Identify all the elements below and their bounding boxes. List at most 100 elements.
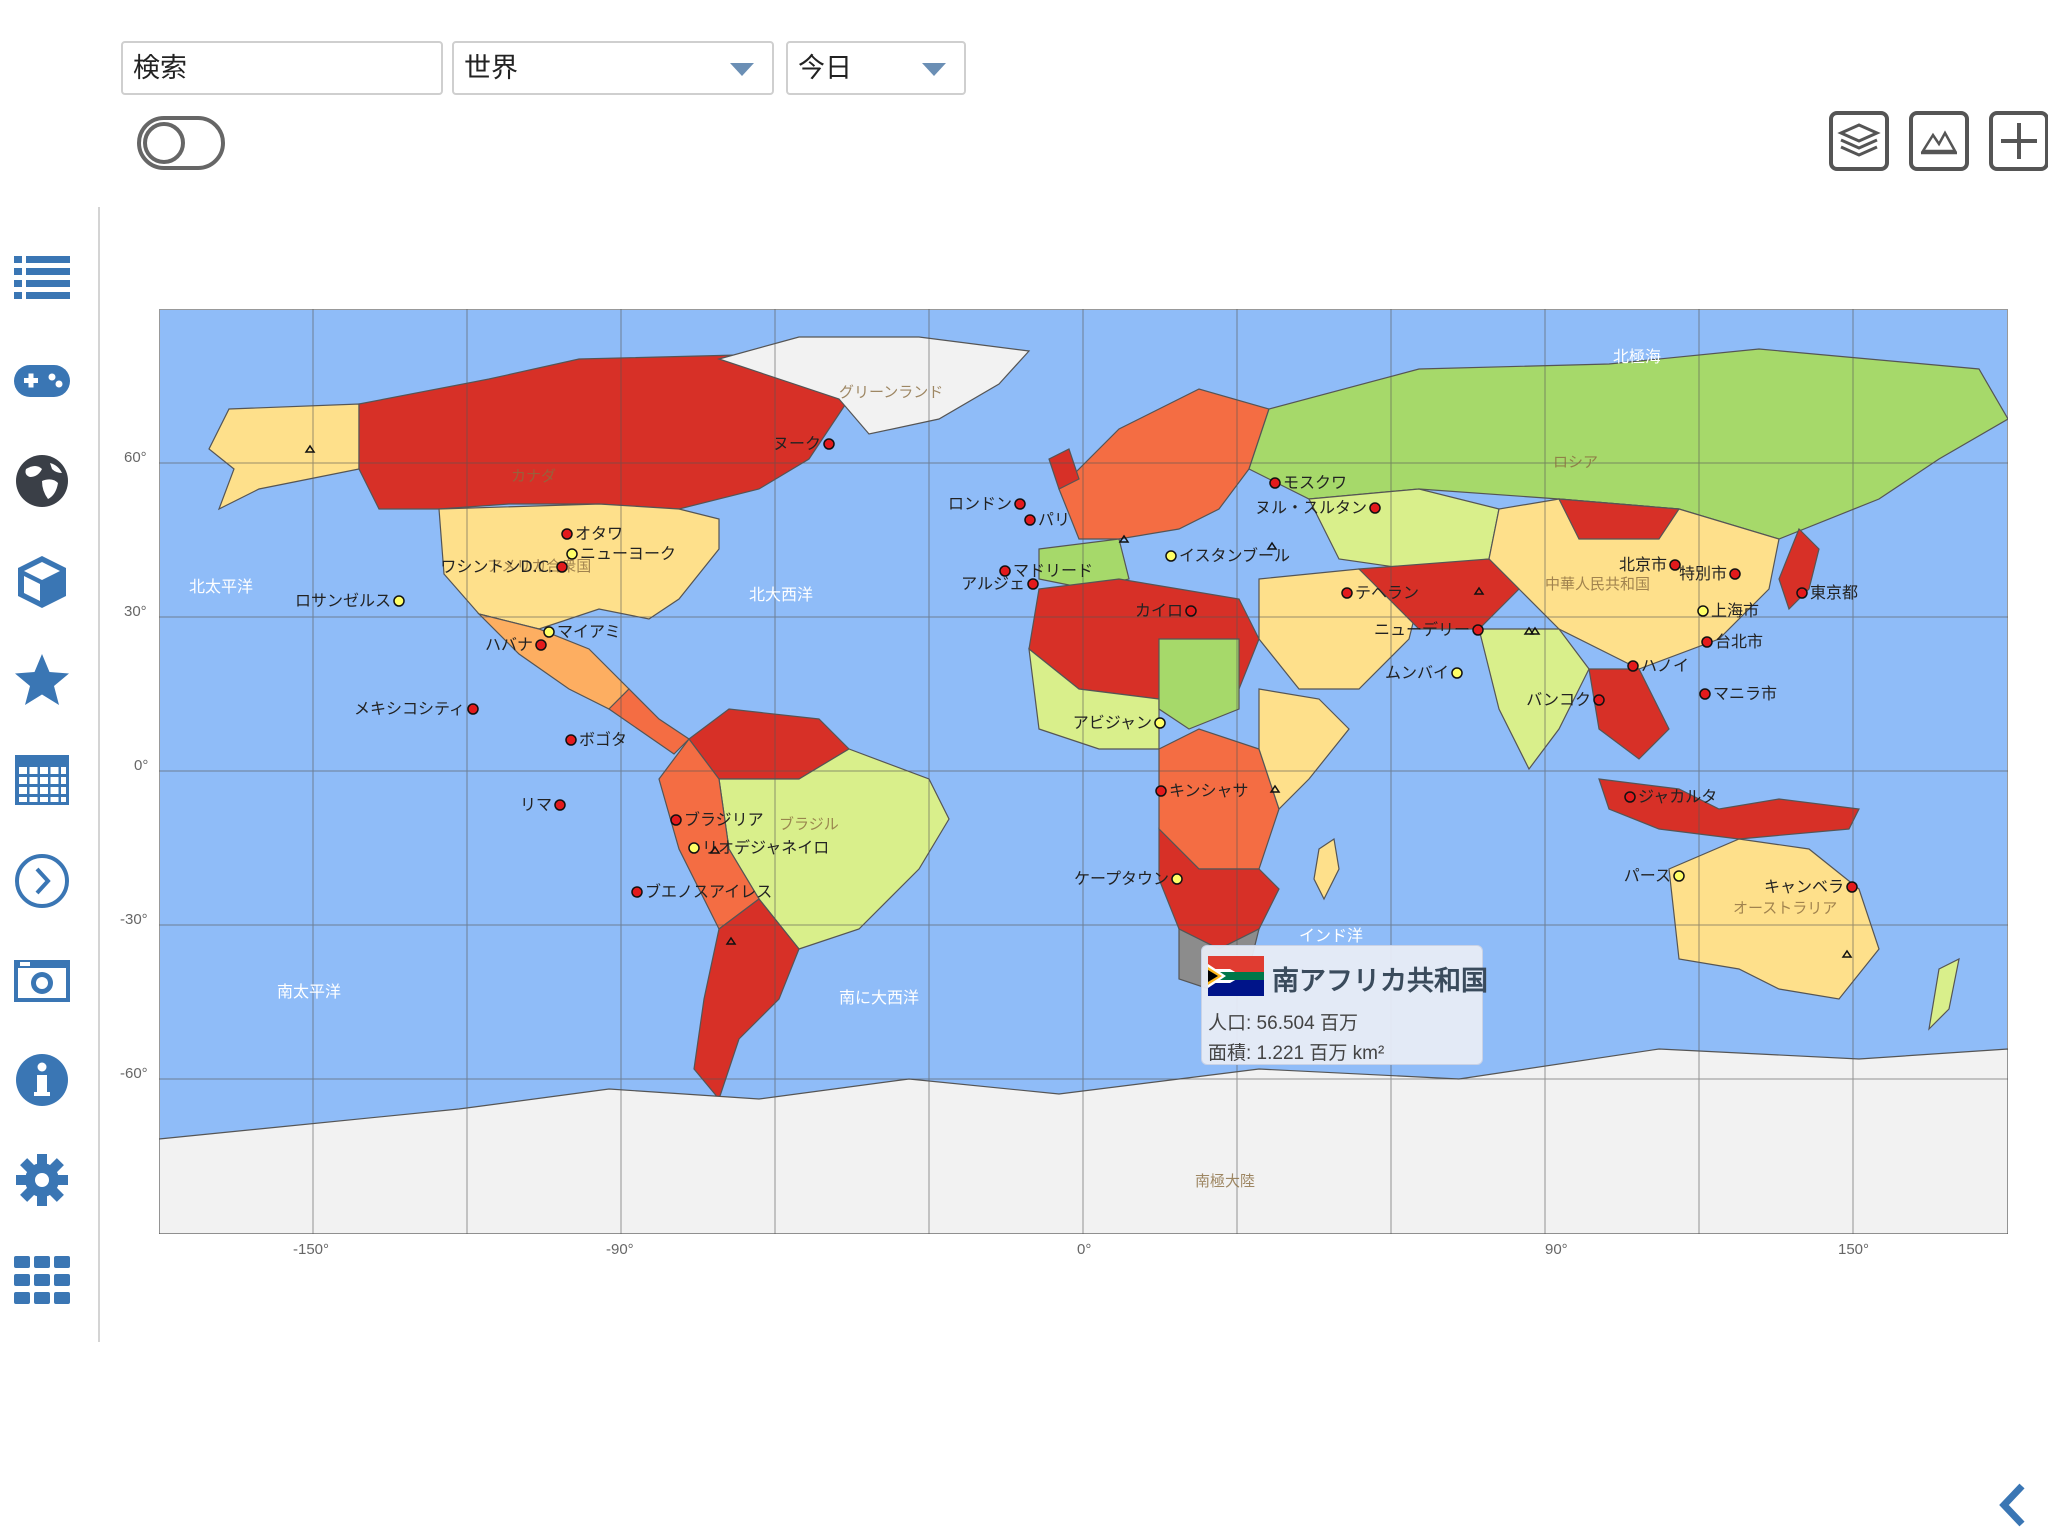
info-icon xyxy=(12,1050,72,1110)
city-label: ワシントンD.C. xyxy=(440,557,554,576)
city-label: ヌル・スルタン xyxy=(1255,498,1367,517)
lon-label-minus150: -150° xyxy=(293,1241,329,1258)
lon-label-150: 150° xyxy=(1838,1241,1869,1258)
city-marker[interactable] xyxy=(824,439,834,449)
city-marker[interactable] xyxy=(1270,478,1280,488)
lon-label-0: 0° xyxy=(1077,1241,1091,1258)
city-marker[interactable] xyxy=(1700,689,1710,699)
city-marker[interactable] xyxy=(1730,569,1740,579)
city-marker[interactable] xyxy=(1625,792,1635,802)
city-marker[interactable] xyxy=(1025,515,1035,525)
city-label: ニューヨーク xyxy=(580,544,676,563)
city-label: ケープタウン xyxy=(1074,869,1169,888)
region-label-antarctica: 南極大陸 xyxy=(1195,1172,1255,1190)
add-button[interactable] xyxy=(1989,111,2048,171)
city-marker[interactable] xyxy=(1628,661,1638,671)
sidebar-item-history[interactable] xyxy=(12,851,72,911)
terrain-icon xyxy=(1913,115,1965,167)
south-africa-flag-icon xyxy=(1208,956,1264,996)
region-label-brazil: ブラジル xyxy=(779,815,839,833)
city-marker[interactable] xyxy=(1028,579,1038,589)
city-label: 北京市 xyxy=(1619,555,1667,574)
ocean-label-indian: インド洋 xyxy=(1299,926,1363,945)
city-marker[interactable] xyxy=(1473,625,1483,635)
city-label: ロンドン xyxy=(948,494,1012,513)
settings-icon xyxy=(12,1150,72,1210)
city-marker[interactable] xyxy=(555,800,565,810)
city-marker[interactable] xyxy=(394,596,404,606)
region-label-russia: ロシア xyxy=(1553,453,1598,471)
city-label: アルジェ xyxy=(961,574,1025,593)
sidebar-item-globe[interactable] xyxy=(12,451,72,511)
city-marker[interactable] xyxy=(1370,503,1380,513)
lat-label-0: 0° xyxy=(134,757,148,774)
city-label: ハノイ xyxy=(1641,656,1689,675)
city-marker[interactable] xyxy=(536,640,546,650)
city-marker[interactable] xyxy=(562,529,572,539)
search-input[interactable]: 検索 xyxy=(121,41,443,95)
region-select[interactable]: 世界 xyxy=(452,41,774,95)
city-marker[interactable] xyxy=(1702,637,1712,647)
city-marker[interactable] xyxy=(1186,606,1196,616)
tooltip-title: 南アフリカ共和国 xyxy=(1272,959,1488,998)
city-marker[interactable] xyxy=(1674,871,1684,881)
city-marker[interactable] xyxy=(566,735,576,745)
ocean-label-south-pacific: 南太平洋 xyxy=(277,982,341,1001)
city-marker[interactable] xyxy=(1156,786,1166,796)
city-label: メキシコシティ xyxy=(354,699,465,718)
city-marker[interactable] xyxy=(544,627,554,637)
city-label: 台北市 xyxy=(1715,632,1763,651)
tooltip-population: 人口: 56.504 百万 xyxy=(1208,1008,1358,1035)
city-marker[interactable] xyxy=(1172,874,1182,884)
city-label: カイロ xyxy=(1135,601,1183,620)
terrain-button[interactable] xyxy=(1909,111,1969,171)
sidebar-item-settings[interactable] xyxy=(12,1150,72,1210)
city-marker[interactable] xyxy=(1015,499,1025,509)
city-marker[interactable] xyxy=(671,815,681,825)
city-marker[interactable] xyxy=(689,843,699,853)
city-marker[interactable] xyxy=(557,562,567,572)
city-marker[interactable] xyxy=(1342,588,1352,598)
add-icon xyxy=(1993,115,2045,167)
ocean-label-north-atlantic: 北大西洋 xyxy=(749,585,813,604)
city-label: キンシャサ xyxy=(1169,781,1249,800)
chevron-down-icon xyxy=(730,63,754,76)
city-marker[interactable] xyxy=(1847,882,1857,892)
sidebar-item-favorites[interactable] xyxy=(12,651,72,711)
city-marker[interactable] xyxy=(1797,588,1807,598)
city-marker[interactable] xyxy=(567,549,577,559)
city-marker[interactable] xyxy=(632,887,642,897)
lon-label-90: 90° xyxy=(1545,1241,1568,1258)
city-label: テヘラン xyxy=(1355,583,1419,602)
layers-button[interactable] xyxy=(1829,111,1889,171)
map-canvas[interactable]: グリーンランド カナダ アメリカ合衆国 ブラジル ロシア 中華人民共和国 オース… xyxy=(159,309,2008,1234)
sidebar-item-apps[interactable] xyxy=(12,1250,72,1310)
ocean-label-arctic: 北極海 xyxy=(1613,347,1661,366)
city-marker[interactable] xyxy=(1698,606,1708,616)
world-map[interactable]: グリーンランド カナダ アメリカ合衆国 ブラジル ロシア 中華人民共和国 オース… xyxy=(159,309,2008,1234)
city-label: キャンベラ xyxy=(1764,877,1844,896)
city-label: パリ xyxy=(1038,510,1070,529)
sidebar-item-info[interactable] xyxy=(12,1050,72,1110)
toggle-switch[interactable] xyxy=(137,116,225,170)
ocean-label-south-atlantic: 南に大西洋 xyxy=(839,988,919,1007)
sidebar-item-list[interactable] xyxy=(12,248,72,308)
sidebar-item-calendar[interactable] xyxy=(12,750,72,810)
city-marker[interactable] xyxy=(1155,718,1165,728)
city-marker[interactable] xyxy=(1452,668,1462,678)
chevron-left-icon[interactable] xyxy=(1996,1482,2030,1528)
sidebar-item-games[interactable] xyxy=(12,351,72,411)
city-marker[interactable] xyxy=(468,704,478,714)
city-marker[interactable] xyxy=(1594,695,1604,705)
city-label: マニラ市 xyxy=(1713,684,1777,703)
time-select[interactable]: 今日 xyxy=(786,41,966,95)
sidebar-item-3d[interactable] xyxy=(12,552,72,612)
tooltip-area: 面積: 1.221 百万 km² xyxy=(1208,1038,1384,1065)
city-marker[interactable] xyxy=(1166,551,1176,561)
clock-icon xyxy=(12,851,72,911)
country-tooltip: 南アフリカ共和国 人口: 56.504 百万 面積: 1.221 百万 km² xyxy=(1201,945,1483,1065)
city-label: リオデジャネイロ xyxy=(702,838,829,857)
sidebar-item-camera[interactable] xyxy=(12,950,72,1010)
region-label-china: 中華人民共和国 xyxy=(1545,575,1650,593)
cube-icon xyxy=(12,552,72,612)
